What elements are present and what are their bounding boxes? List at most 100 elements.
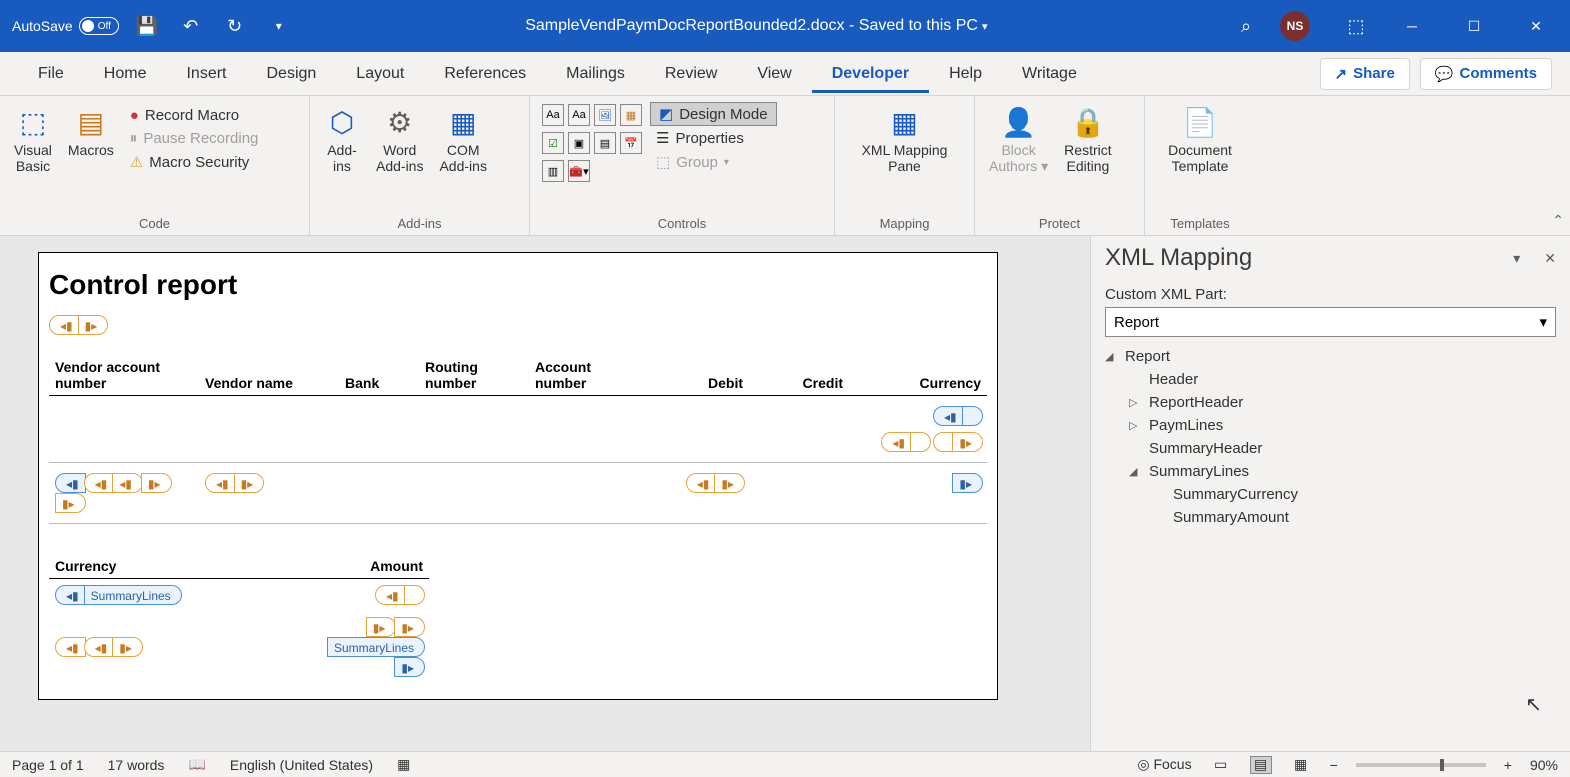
tab-design[interactable]: Design [246, 55, 336, 93]
content-control-tag[interactable] [933, 432, 954, 452]
summary-lines-tag[interactable]: SummaryLines [327, 637, 425, 657]
content-control-tag[interactable]: ▮▸ [55, 493, 86, 513]
record-macro-button[interactable]: ● Record Macro [124, 104, 265, 127]
visual-basic-button[interactable]: ⬚ Visual Basic [8, 100, 58, 178]
tab-review[interactable]: Review [645, 55, 737, 93]
content-control-tag[interactable]: ▮▸ [112, 637, 143, 657]
comments-button[interactable]: 💬 Comments [1420, 58, 1552, 90]
content-control-tag[interactable] [404, 585, 425, 605]
status-language[interactable]: English (United States) [230, 757, 373, 773]
maximize-button[interactable]: ☐ [1452, 10, 1496, 42]
content-control-tag[interactable] [962, 406, 983, 426]
rich-text-control-icon[interactable]: Aa [542, 104, 564, 126]
status-spellcheck-icon[interactable]: 📖 [188, 756, 205, 773]
close-button[interactable]: ✕ [1514, 10, 1558, 42]
block-control-icon[interactable]: ▦ [620, 104, 642, 126]
content-control-tag[interactable]: ▮▸ [366, 617, 397, 637]
redo-icon[interactable]: ↻ [219, 10, 251, 42]
tab-help[interactable]: Help [929, 55, 1002, 93]
status-page[interactable]: Page 1 of 1 [12, 757, 84, 773]
chevron-down-icon[interactable]: ▾ [982, 20, 988, 33]
tree-node-paymlines[interactable]: ▷PaymLines [1105, 414, 1556, 437]
tab-insert[interactable]: Insert [166, 55, 246, 93]
customize-qat-icon[interactable]: ▾ [263, 10, 295, 42]
summary-lines-tag[interactable]: SummaryLines [84, 585, 182, 605]
content-control-tag[interactable]: ▮▸ [141, 473, 172, 493]
content-control-tag[interactable]: ◂▮ [686, 473, 717, 493]
content-control-tag[interactable]: ◂▮ [205, 473, 236, 493]
tree-node-report[interactable]: ◢Report [1105, 345, 1556, 368]
content-control-tag[interactable]: ◂▮ [375, 585, 406, 605]
content-control-tag[interactable]: ◂▮ [55, 637, 86, 657]
search-icon[interactable]: ⌕ [1230, 10, 1262, 42]
content-control-tag[interactable]: ◂▮ [55, 585, 86, 605]
word-addins-button[interactable]: ⚙ Word Add-ins [370, 100, 429, 178]
ribbon-display-icon[interactable]: ⬚ [1340, 10, 1372, 42]
legacy-tools-icon[interactable]: 🧰▾ [568, 160, 590, 182]
checkbox-control-icon[interactable]: ☑ [542, 132, 564, 154]
pane-close-icon[interactable]: ✕ [1544, 250, 1556, 267]
content-control-tag[interactable]: ◂▮ [112, 473, 143, 493]
view-print-icon[interactable]: ▤ [1250, 756, 1272, 774]
status-words[interactable]: 17 words [108, 757, 165, 773]
design-mode-button[interactable]: ◩ Design Mode [650, 102, 777, 126]
document-canvas[interactable]: Control report ◂▮▮▸ Vendor account numbe… [0, 236, 1090, 751]
dropdown-control-icon[interactable]: ▤ [594, 132, 616, 154]
addins-button[interactable]: ⬡ Add- ins [318, 100, 366, 178]
macro-security-button[interactable]: ⚠ Macro Security [124, 150, 265, 174]
document-template-button[interactable]: 📄 Document Template [1162, 100, 1238, 178]
content-control-tag[interactable]: ◂▮ [84, 637, 115, 657]
tree-node-header[interactable]: Header [1105, 368, 1556, 391]
user-avatar[interactable]: NS [1280, 11, 1310, 41]
content-control-tag[interactable]: ▮▸ [394, 657, 425, 677]
zoom-thumb[interactable] [1440, 759, 1444, 771]
save-icon[interactable]: 💾 [131, 10, 163, 42]
content-control-tag[interactable]: ◂▮ [84, 473, 115, 493]
content-control-tag[interactable]: ◂▮ [881, 432, 912, 452]
content-control-tag[interactable] [910, 432, 931, 452]
tree-node-summarylines[interactable]: ◢SummaryLines [1105, 460, 1556, 483]
restrict-editing-button[interactable]: 🔒 Restrict Editing [1058, 100, 1117, 178]
tab-file[interactable]: File [18, 55, 84, 93]
tree-node-summarycurrency[interactable]: SummaryCurrency [1105, 483, 1556, 506]
content-control-tag[interactable]: ▮▸ [78, 315, 109, 335]
properties-button[interactable]: ☰ Properties [650, 126, 777, 150]
tab-developer[interactable]: Developer [812, 55, 929, 93]
content-control-tag[interactable]: ▮▸ [714, 473, 745, 493]
content-control-tag[interactable]: ◂▮ [49, 315, 80, 335]
zoom-in-button[interactable]: + [1504, 757, 1512, 773]
undo-icon[interactable]: ↶ [175, 10, 207, 42]
tab-layout[interactable]: Layout [336, 55, 424, 93]
content-control-tag[interactable]: ▮▸ [234, 473, 265, 493]
autosave-toggle[interactable]: AutoSave Off [12, 17, 119, 35]
content-control-tag[interactable]: ◂▮ [933, 406, 964, 426]
plain-text-control-icon[interactable]: Aa [568, 104, 590, 126]
macros-button[interactable]: ▤ Macros [62, 100, 120, 162]
view-web-icon[interactable]: ▦ [1290, 756, 1312, 774]
content-control-tag[interactable]: ◂▮ [55, 473, 86, 493]
zoom-level[interactable]: 90% [1530, 757, 1558, 773]
collapse-ribbon-icon[interactable]: ⌃ [1552, 212, 1564, 229]
combo-control-icon[interactable]: ▣ [568, 132, 590, 154]
repeating-control-icon[interactable]: ▥ [542, 160, 564, 182]
tree-node-reportheader[interactable]: ▷ReportHeader [1105, 391, 1556, 414]
xml-mapping-pane-button[interactable]: ▦ XML Mapping Pane [856, 100, 954, 178]
focus-mode-button[interactable]: ◎ Focus [1137, 756, 1191, 773]
tab-home[interactable]: Home [84, 55, 167, 93]
tab-mailings[interactable]: Mailings [546, 55, 645, 93]
com-addins-button[interactable]: ▦ COM Add-ins [433, 100, 492, 178]
picture-control-icon[interactable]: 🖼 [594, 104, 616, 126]
tree-node-summaryheader[interactable]: SummaryHeader [1105, 437, 1556, 460]
tab-writage[interactable]: Writage [1002, 55, 1097, 93]
tab-references[interactable]: References [424, 55, 546, 93]
status-macros-icon[interactable]: ▦ [397, 756, 410, 773]
content-control-tag[interactable]: ▮▸ [394, 617, 425, 637]
zoom-out-button[interactable]: − [1330, 757, 1338, 773]
date-control-icon[interactable]: 📅 [620, 132, 642, 154]
view-read-icon[interactable]: ▭ [1210, 756, 1232, 774]
tree-node-summaryamount[interactable]: SummaryAmount [1105, 506, 1556, 529]
custom-xml-select[interactable]: Report ▾ [1105, 307, 1556, 337]
content-control-tag[interactable]: ▮▸ [952, 473, 983, 493]
pane-options-icon[interactable]: ▾ [1513, 250, 1520, 267]
zoom-slider[interactable] [1356, 763, 1486, 767]
